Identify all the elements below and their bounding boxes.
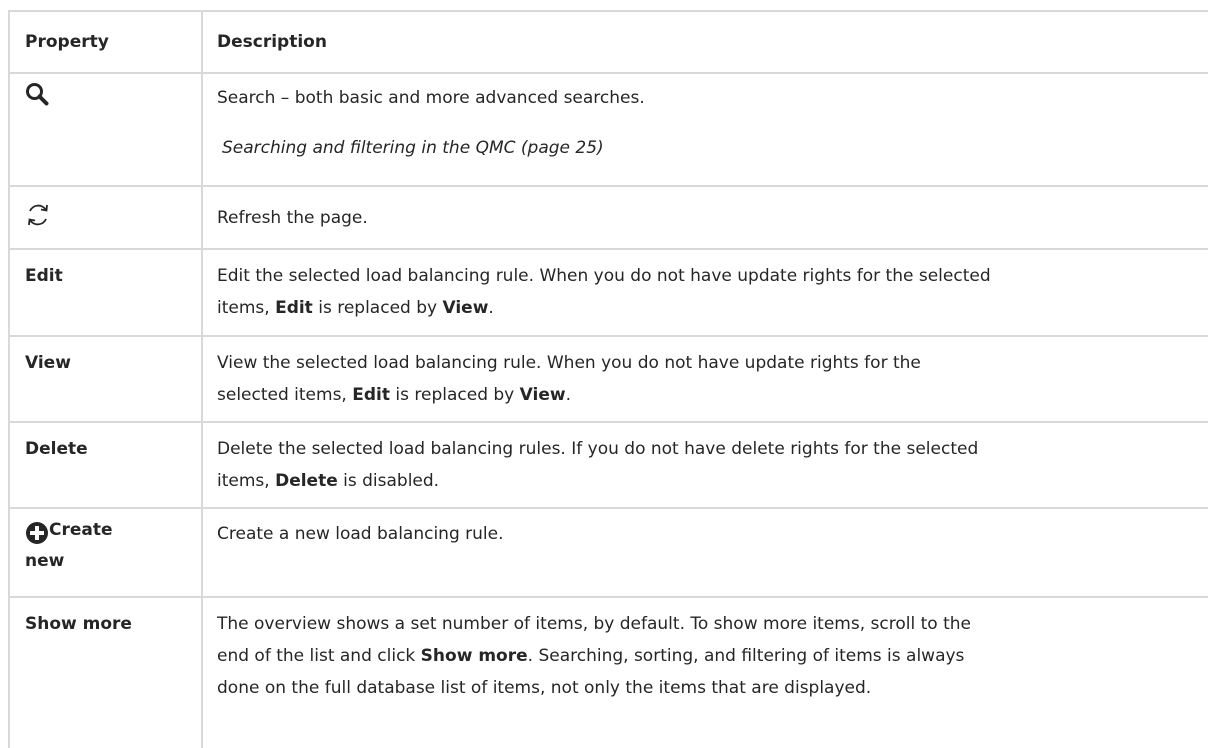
property-label: Show more [25,614,132,634]
property-label-cont: new [25,551,65,571]
property-cell: Delete [8,423,203,507]
description-text: Refresh the page. [217,208,368,228]
text-span: is replaced by [390,385,520,405]
description-cell: The overview shows a set number of items… [203,598,1208,748]
description-cell: Edit the selected load balancing rule. W… [203,250,1208,335]
description-text: View the selected load balancing rule. W… [217,353,921,373]
description-cell: View the selected load balancing rule. W… [203,337,1208,421]
text-span: is disabled. [337,471,440,491]
create-new-label: Create [25,515,201,545]
property-cell: Create new [8,509,203,596]
description-text-cont: done on the full database list of items,… [217,678,872,698]
description-cell: Refresh the page. [203,187,1208,248]
description-text-cont: items, Delete is disabled. [217,465,1204,497]
table-row-delete: Delete Delete the selected load balancin… [8,423,1208,509]
text-span: selected items, [217,385,353,405]
table-row-edit: Edit Edit the selected load balancing ru… [8,250,1208,337]
description-text-cont: selected items, Edit is replaced by View… [217,379,1204,411]
bold-term: Edit [352,385,390,405]
bold-term: Show more [420,646,528,666]
property-label: Edit [25,266,63,286]
table-row-show-more: Show more The overview shows a set numbe… [8,598,1208,748]
table-row-create: Create new Create a new load balancing r… [8,509,1208,598]
cross-reference-link[interactable]: Searching and filtering in the QMC (page… [222,132,1204,164]
header-property: Property [8,12,203,72]
table-header-row: Property Description [8,12,1208,74]
text-span: end of the list and click [217,646,421,666]
description-cell: Search – both basic and more advanced se… [203,74,1208,185]
table-row-refresh: Refresh the page. [8,187,1208,250]
bold-term: View [442,298,489,318]
text-span: items, [217,298,276,318]
property-label: Create [49,520,113,540]
property-cell: Show more [8,598,203,748]
description-text: Edit the selected load balancing rule. W… [217,266,991,286]
description-cell: Delete the selected load balancing rules… [203,423,1208,507]
description-text: Search – both basic and more advanced se… [217,88,645,108]
properties-table: Property Description Search – both basic… [8,10,1208,748]
text-span: . [565,385,571,405]
property-label: View [25,353,71,373]
bold-term: Edit [275,298,313,318]
description-text-cont: end of the list and click Show more. Sea… [217,640,1204,672]
description-text-cont: items, Edit is replaced by View. [217,292,1204,324]
description-cell: Create a new load balancing rule. [203,509,1208,596]
description-text: Delete the selected load balancing rules… [217,439,979,459]
property-cell [8,74,203,185]
refresh-icon [25,202,201,228]
bold-term: Delete [275,471,338,491]
search-icon [25,82,201,106]
table-row-view: View View the selected load balancing ru… [8,337,1208,423]
description-text: Create a new load balancing rule. [217,524,504,544]
description-text: The overview shows a set number of items… [217,614,971,634]
property-label: Delete [25,439,88,459]
plus-circle-icon [25,521,49,545]
property-cell: Edit [8,250,203,335]
table-row-search: Search – both basic and more advanced se… [8,74,1208,187]
text-span: . [488,298,494,318]
header-description: Description [217,32,327,52]
text-span: is replaced by [312,298,443,318]
property-cell [8,187,203,248]
bold-term: View [519,385,566,405]
text-span: . Searching, sorting, and filtering of i… [527,646,965,666]
text-span: items, [217,471,276,491]
property-cell: View [8,337,203,421]
